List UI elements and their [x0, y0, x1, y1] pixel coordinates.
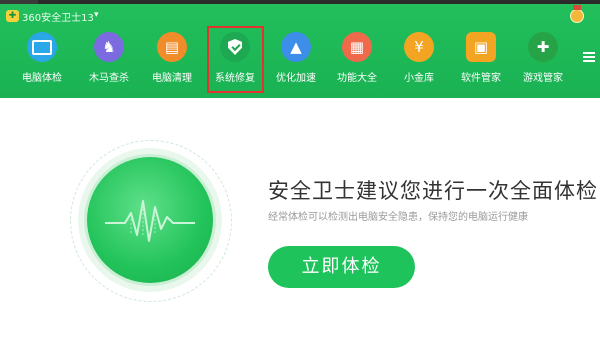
rocket-icon: ▲ — [281, 32, 311, 62]
checkup-headline: 安全卫士建议您进行一次全面体检 — [268, 179, 598, 203]
hamburger-icon[interactable] — [583, 52, 595, 62]
nav-label: 小金库 — [404, 73, 434, 84]
title-bar: ✚ 360安全卫士13 ▾ — [0, 4, 600, 28]
nav-item-game-manager[interactable]: ✚ 游戏管家 — [513, 30, 573, 88]
nav-item-features[interactable]: ▦ 功能大全 — [327, 30, 387, 88]
checkup-subline: 经常体检可以检测出电脑安全隐患，保持您的电脑运行健康 — [268, 212, 528, 223]
nav-item-speedup[interactable]: ▲ 优化加速 — [266, 30, 326, 88]
nav-item-pc-checkup[interactable]: 电脑体检 — [12, 30, 72, 88]
checkup-status-graphic — [70, 140, 240, 302]
selection-highlight-box — [207, 26, 264, 93]
nav-label: 功能大全 — [337, 73, 377, 84]
nav-label: 电脑体检 — [22, 73, 62, 84]
broom-icon: ▤ — [157, 32, 187, 62]
nav-label: 优化加速 — [276, 73, 316, 84]
main-nav: 电脑体检 ♞ 木马查杀 ▤ 电脑清理 系统修复 ▲ 优化加速 ▦ 功能大全 ¥ … — [0, 30, 600, 88]
moneybag-icon: ¥ — [404, 32, 434, 62]
app-logo-icon: ✚ — [6, 10, 19, 22]
start-checkup-button[interactable]: 立即体检 — [268, 246, 415, 288]
horse-icon: ♞ — [94, 32, 124, 62]
nav-label: 木马查杀 — [89, 73, 129, 84]
grid-icon: ▦ — [342, 32, 372, 62]
app-header: ✚ 360安全卫士13 ▾ 电脑体检 ♞ 木马查杀 ▤ 电脑清理 系统修复 ▲ … — [0, 4, 600, 98]
gamepad-icon: ✚ — [528, 32, 558, 62]
nav-label: 游戏管家 — [523, 73, 563, 84]
heartbeat-icon — [105, 200, 195, 242]
nav-item-trojan-scan[interactable]: ♞ 木马查杀 — [79, 30, 139, 88]
nav-label: 电脑清理 — [152, 73, 192, 84]
app-title: 360安全卫士13 — [22, 13, 94, 24]
medal-icon[interactable] — [570, 5, 584, 23]
nav-label: 软件管家 — [461, 73, 501, 84]
nav-item-pc-cleanup[interactable]: ▤ 电脑清理 — [142, 30, 202, 88]
monitor-icon — [27, 32, 57, 62]
nav-item-software-manager[interactable]: ▣ 软件管家 — [451, 30, 511, 88]
caret-down-icon[interactable]: ▾ — [94, 10, 99, 20]
apps-icon: ▣ — [466, 32, 496, 62]
nav-item-vault[interactable]: ¥ 小金库 — [389, 30, 449, 88]
